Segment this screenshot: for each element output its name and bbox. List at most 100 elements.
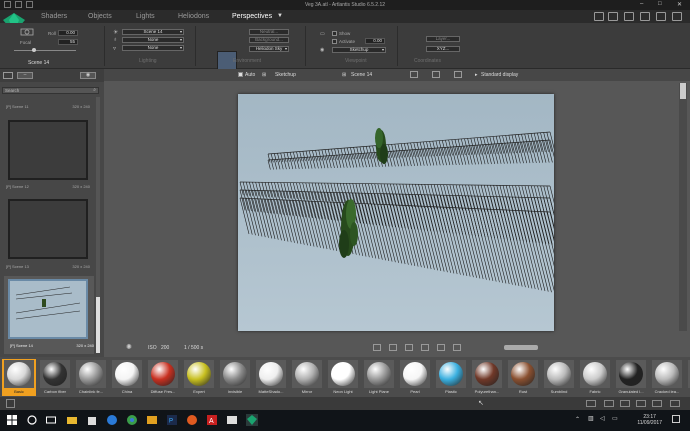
sun-position-icon[interactable] <box>453 344 461 351</box>
maximize-icon[interactable]: □ <box>658 1 662 7</box>
scrollbar-thumb[interactable] <box>680 83 686 99</box>
xyz-field[interactable]: XYZ... <box>426 46 460 52</box>
iso-value[interactable]: 200 <box>161 345 169 351</box>
shader-item[interactable]: Fabric <box>578 359 612 396</box>
shader-item[interactable]: Polyurethan... <box>470 359 504 396</box>
volume-icon[interactable]: ◁ <box>600 415 605 422</box>
shader-item[interactable]: MatteShado... <box>254 359 288 396</box>
shader-item[interactable]: Rust <box>506 359 540 396</box>
keyboard-icon[interactable]: ▭ <box>612 415 618 422</box>
walk-icon[interactable] <box>421 344 429 351</box>
catalog-arrow-icon[interactable]: ↖ <box>478 399 484 407</box>
scene-label[interactable]: Scene 14 <box>351 72 372 78</box>
grid-icon[interactable] <box>454 71 462 78</box>
perspectives-menu-arrow-icon[interactable]: ▼ <box>277 13 283 19</box>
source-label[interactable]: Sketchup <box>275 72 296 78</box>
camera-icon[interactable] <box>3 72 13 79</box>
lighting-combo-3[interactable]: None ▾ <box>122 45 184 51</box>
shader-item[interactable]: Chainlink fe... <box>74 359 108 396</box>
shader-item[interactable]: Invisible <box>218 359 252 396</box>
shader-item[interactable]: Diffuse Fres... <box>146 359 180 396</box>
autodesk-icon[interactable]: A <box>206 414 218 426</box>
catalog-expand-icon[interactable] <box>670 400 680 407</box>
shader-item[interactable]: Cracked lea... <box>650 359 684 396</box>
target-icon[interactable] <box>437 344 445 351</box>
horizontal-scrollbar[interactable] <box>504 345 538 350</box>
windows-start-icon[interactable] <box>6 414 18 426</box>
tab-lights[interactable]: Lights <box>136 13 155 20</box>
shader-item[interactable]: Carbon fiber <box>38 359 72 396</box>
minimize-icon[interactable]: – <box>640 1 643 7</box>
task-view-icon[interactable] <box>45 414 57 426</box>
shader-item[interactable]: Sumblind <box>542 359 576 396</box>
aspect-icon[interactable] <box>410 71 418 78</box>
catalog-settings-icon[interactable] <box>652 400 662 407</box>
shader-item[interactable]: Pearl <box>398 359 432 396</box>
settings-icon[interactable] <box>594 12 604 21</box>
catalog-grid-icon[interactable] <box>636 400 646 407</box>
catalog-list-icon[interactable] <box>620 400 630 407</box>
shader-item[interactable]: Expert <box>182 359 216 396</box>
network-icon[interactable]: ▥ <box>588 415 594 422</box>
display-menu-arrow-icon[interactable]: ▸ <box>475 72 478 78</box>
scene-item-14[interactable]: [P] Scene 14 320 x 240 <box>10 343 94 348</box>
list-scrollbar[interactable] <box>96 97 100 353</box>
roll-input[interactable]: 0.00 <box>58 30 78 36</box>
pan-icon[interactable] <box>389 344 397 351</box>
preview-icon[interactable] <box>608 12 618 21</box>
lighting-combo-1[interactable]: Scene 14 ▾ <box>122 29 184 35</box>
activate-checkbox[interactable] <box>332 39 337 44</box>
focal-slider-handle[interactable] <box>32 48 36 52</box>
aperture-icon[interactable]: ✺ <box>126 343 132 351</box>
navigate-icon[interactable] <box>373 344 381 351</box>
scene-item-11[interactable]: [P] Scene 11 320 x 240 <box>6 104 90 109</box>
background-field[interactable]: Background... <box>249 37 289 43</box>
source-camera-icon[interactable]: ⊞ <box>262 72 266 78</box>
system-tray-arrow-icon[interactable]: ⌃ <box>575 416 580 423</box>
viewport-scrollbar[interactable] <box>679 83 687 331</box>
display-label[interactable]: Standard display <box>481 72 518 78</box>
cortana-icon[interactable] <box>26 414 38 426</box>
render-icon[interactable] <box>656 12 666 21</box>
scene-item-12[interactable]: [P] Scene 12 320 x 240 <box>6 184 90 189</box>
shader-item[interactable]: Light Plane <box>362 359 396 396</box>
artlantis-taskbar-icon[interactable] <box>246 414 258 426</box>
scene-camera-icon[interactable]: ⊞ <box>342 72 346 78</box>
viewpoint-combo[interactable]: Sketchup ▾ <box>332 47 386 53</box>
tab-heliodons[interactable]: Heliodons <box>178 13 209 20</box>
sketchup-icon[interactable] <box>226 414 238 426</box>
show-checkbox[interactable] <box>332 31 337 36</box>
lighting-combo-2[interactable]: None ▾ <box>122 37 184 43</box>
frame-icon[interactable] <box>432 71 440 78</box>
image-icon[interactable] <box>624 12 634 21</box>
shader-item[interactable]: Plastic <box>434 359 468 396</box>
zoom-icon[interactable] <box>405 344 413 351</box>
catalog-view-icon[interactable] <box>586 400 596 407</box>
scene-item-13[interactable]: [P] Scene 13 320 x 240 <box>6 264 90 269</box>
chrome-icon[interactable] <box>126 414 138 426</box>
focal-slider-track[interactable] <box>14 50 76 51</box>
outlook-icon[interactable] <box>146 414 158 426</box>
photoshop-icon[interactable]: P <box>166 414 178 426</box>
layer-field[interactable]: Layer... <box>426 36 460 42</box>
notification-icon[interactable] <box>672 415 680 423</box>
shader-item[interactable]: Mirror <box>290 359 324 396</box>
remove-button[interactable]: – <box>17 72 33 79</box>
close-icon[interactable]: ✕ <box>677 1 682 8</box>
tab-shaders[interactable]: Shaders <box>41 13 67 20</box>
taskbar-clock[interactable]: 23:17 11/09/2017 <box>637 414 662 426</box>
tab-perspectives[interactable]: Perspectives <box>232 13 272 20</box>
scene-thumbnail-13[interactable] <box>8 199 88 259</box>
focal-input[interactable]: 55 <box>58 39 78 45</box>
search-input[interactable]: Search ⌕ <box>2 87 99 94</box>
shutter-value[interactable]: 1 / 500 s <box>184 345 203 351</box>
store-icon[interactable] <box>86 414 98 426</box>
catalog-home-icon[interactable] <box>6 399 15 408</box>
batch-render-icon[interactable] <box>672 12 682 21</box>
activate-value[interactable]: 0.00 <box>365 38 385 44</box>
camera-icon[interactable] <box>640 12 650 21</box>
catalog-filter-icon[interactable] <box>604 400 614 407</box>
view-toggle-icon[interactable]: ◉ <box>80 72 96 79</box>
scene-thumbnail-14[interactable] <box>8 279 88 339</box>
neutral-field[interactable]: Neutral... <box>249 29 289 35</box>
